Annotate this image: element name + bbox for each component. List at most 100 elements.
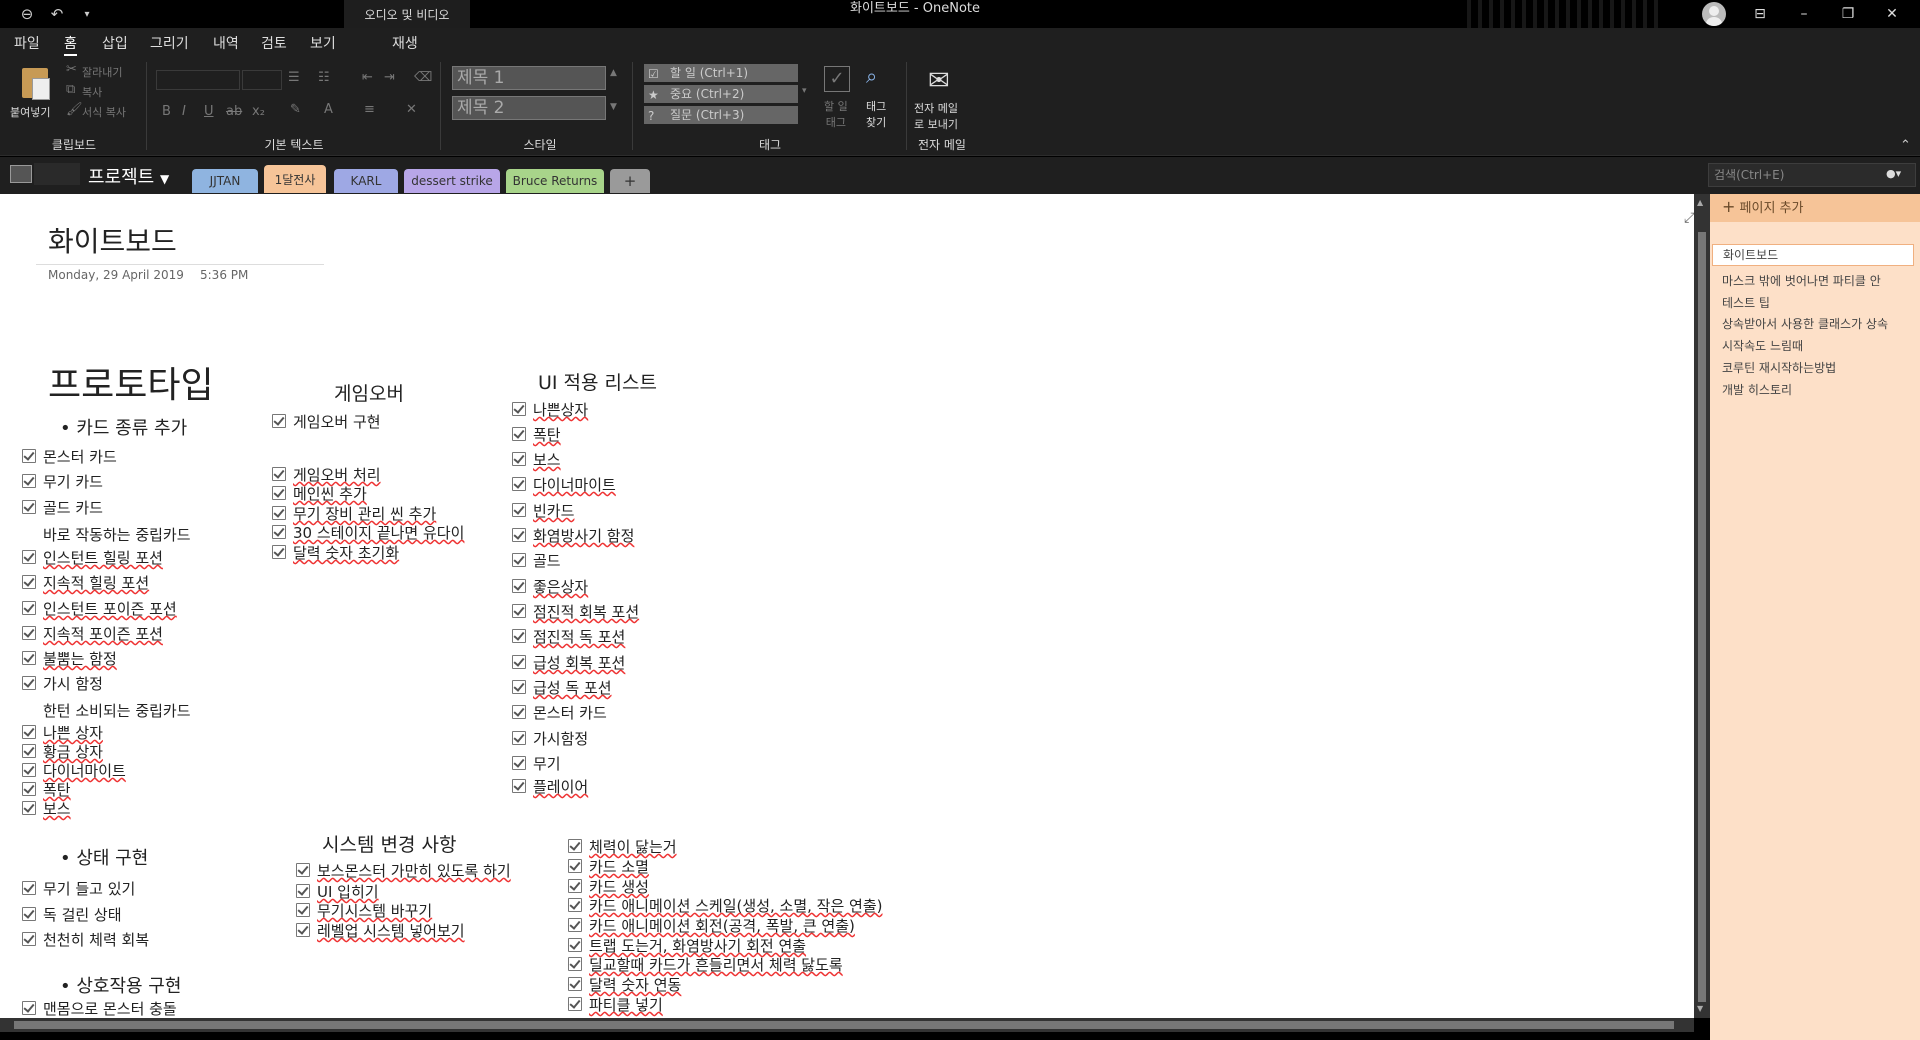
checkbox-icon[interactable] <box>22 744 36 758</box>
checkbox-icon[interactable] <box>512 680 526 694</box>
checkbox-icon[interactable] <box>272 525 286 539</box>
search-scope-icon[interactable]: ●▾ <box>1886 167 1901 180</box>
checkbox-icon[interactable] <box>22 907 36 921</box>
highlight-icon[interactable]: ✎ <box>290 102 301 117</box>
checkbox-icon[interactable] <box>296 863 310 877</box>
paste-button[interactable]: 붙여넣기 <box>10 62 58 122</box>
page-list-item[interactable]: 화이트보드 <box>1712 244 1914 266</box>
tab-home[interactable]: 홈 <box>64 33 77 56</box>
checkbox-icon[interactable] <box>512 452 526 466</box>
checkbox-icon[interactable] <box>512 779 526 793</box>
checkbox-icon[interactable] <box>568 839 582 853</box>
font-name-input[interactable] <box>156 70 240 90</box>
checkbox-icon[interactable] <box>296 884 310 898</box>
tab-draw[interactable]: 그리기 <box>150 33 189 53</box>
checkbox-icon[interactable] <box>568 977 582 991</box>
format-painter-button[interactable]: 서식 복사 <box>82 104 126 120</box>
delete-icon[interactable]: ✕ <box>406 102 417 117</box>
checkbox-icon[interactable] <box>512 604 526 618</box>
styles-scroll-down-icon[interactable]: ▼ <box>610 102 617 112</box>
checkbox-icon[interactable] <box>22 500 36 514</box>
checkbox-icon[interactable] <box>272 545 286 559</box>
page-list-item[interactable]: 코루틴 재시작하는방법 <box>1722 359 1918 376</box>
tab-playback[interactable]: 재생 <box>392 33 418 53</box>
checkbox-icon[interactable] <box>22 449 36 463</box>
copy-button[interactable]: 복사 <box>82 84 102 100</box>
checkbox-icon[interactable] <box>272 486 286 500</box>
checkbox-icon[interactable] <box>568 918 582 932</box>
checkbox-icon[interactable] <box>568 957 582 971</box>
tab-history[interactable]: 내역 <box>213 33 239 53</box>
checkbox-icon[interactable] <box>22 1001 36 1015</box>
font-size-input[interactable] <box>242 70 282 90</box>
vertical-scroll-thumb[interactable] <box>1698 232 1706 1002</box>
underline-icon[interactable]: U <box>204 104 214 119</box>
add-page-button[interactable]: + 페이지 추가 <box>1710 194 1920 222</box>
italic-icon[interactable]: I <box>182 104 186 119</box>
bullet-list-icon[interactable]: ☰ <box>288 70 300 85</box>
styles-scroll-up-icon[interactable]: ▲ <box>610 68 617 78</box>
checkbox-icon[interactable] <box>22 575 36 589</box>
checkbox-icon[interactable] <box>22 651 36 665</box>
tag-important[interactable]: ★ 중요 (Ctrl+2) <box>644 85 798 103</box>
section-tab-jjtan[interactable]: JJTAN <box>192 169 258 193</box>
checkbox-icon[interactable] <box>22 725 36 739</box>
checkbox-icon[interactable] <box>296 903 310 917</box>
checkbox-icon[interactable] <box>512 705 526 719</box>
style-heading1[interactable]: 제목 1 <box>452 66 606 90</box>
checkbox-icon[interactable] <box>512 579 526 593</box>
close-button[interactable]: ✕ <box>1870 0 1914 28</box>
checkbox-icon[interactable] <box>22 801 36 815</box>
checklist-item[interactable]: 한턴 소비되는 중립카드 <box>43 700 191 721</box>
checkbox-icon[interactable] <box>22 601 36 615</box>
horizontal-scroll-thumb[interactable] <box>14 1021 1674 1029</box>
page-title[interactable]: 화이트보드 <box>48 220 177 260</box>
section-tab-1dal[interactable]: 1달전사 <box>264 165 326 193</box>
context-tab-audio-video[interactable]: 오디오 및 비디오 <box>344 0 470 28</box>
page-list-item[interactable]: 개발 히스토리 <box>1722 381 1918 398</box>
vertical-scrollbar[interactable]: ▲ ▼ <box>1694 194 1710 1018</box>
checkbox-icon[interactable] <box>22 626 36 640</box>
find-tags-button[interactable]: ⌕ 태그 찾기 <box>862 64 896 134</box>
tab-file[interactable]: 파일 <box>14 33 40 53</box>
tab-view[interactable]: 보기 <box>310 33 336 53</box>
checkbox-icon[interactable] <box>22 763 36 777</box>
checkbox-icon[interactable] <box>272 506 286 520</box>
subscript-icon[interactable]: x₂ <box>252 104 265 119</box>
avatar[interactable] <box>1702 2 1726 26</box>
tab-review[interactable]: 검토 <box>261 33 287 53</box>
checkbox-icon[interactable] <box>568 898 582 912</box>
add-section-button[interactable]: + <box>610 169 650 193</box>
checkbox-icon[interactable] <box>568 997 582 1011</box>
quick-access-chevron-icon[interactable]: ▾ <box>74 3 100 25</box>
tab-insert[interactable]: 삽입 <box>102 33 128 53</box>
restore-button[interactable]: ❐ <box>1826 0 1870 28</box>
numbered-list-icon[interactable]: ☷ <box>318 70 330 85</box>
cut-button[interactable]: 잘라내기 <box>82 64 122 80</box>
scroll-up-icon[interactable]: ▲ <box>1697 198 1703 207</box>
page-list-item[interactable]: 테스트 팁 <box>1722 294 1918 311</box>
page-list-item[interactable]: 마스크 밖에 벗어나면 파티클 안 <box>1722 272 1918 289</box>
checkbox-icon[interactable] <box>512 731 526 745</box>
tag-question[interactable]: ? 질문 (Ctrl+3) <box>644 106 798 124</box>
checkbox-icon[interactable] <box>568 879 582 893</box>
checkbox-icon[interactable] <box>512 756 526 770</box>
style-heading2[interactable]: 제목 2 <box>452 96 606 120</box>
page-list-item[interactable]: 시작속도 느림때 <box>1722 337 1918 354</box>
checkbox-icon[interactable] <box>512 503 526 517</box>
checkbox-icon[interactable] <box>512 402 526 416</box>
indent-icon[interactable]: ⇥ <box>384 70 395 85</box>
checkbox-icon[interactable] <box>22 676 36 690</box>
notebook-icon[interactable] <box>10 165 32 183</box>
notebook-name[interactable]: 프로젝트 ▼ <box>88 163 169 189</box>
checkbox-icon[interactable] <box>568 938 582 952</box>
page-canvas[interactable]: 화이트보드 Monday, 29 April 2019 5:36 PM 프로토타… <box>0 194 1694 1018</box>
checkbox-icon[interactable] <box>512 655 526 669</box>
bold-icon[interactable]: B <box>162 104 171 119</box>
ribbon-display-icon[interactable]: ⊟ <box>1738 0 1782 28</box>
section-tab-bruce-returns[interactable]: Bruce Returns <box>506 169 604 193</box>
checkbox-icon[interactable] <box>512 477 526 491</box>
checkbox-icon[interactable] <box>296 923 310 937</box>
checkbox-icon[interactable] <box>22 881 36 895</box>
checkbox-icon[interactable] <box>272 414 286 428</box>
